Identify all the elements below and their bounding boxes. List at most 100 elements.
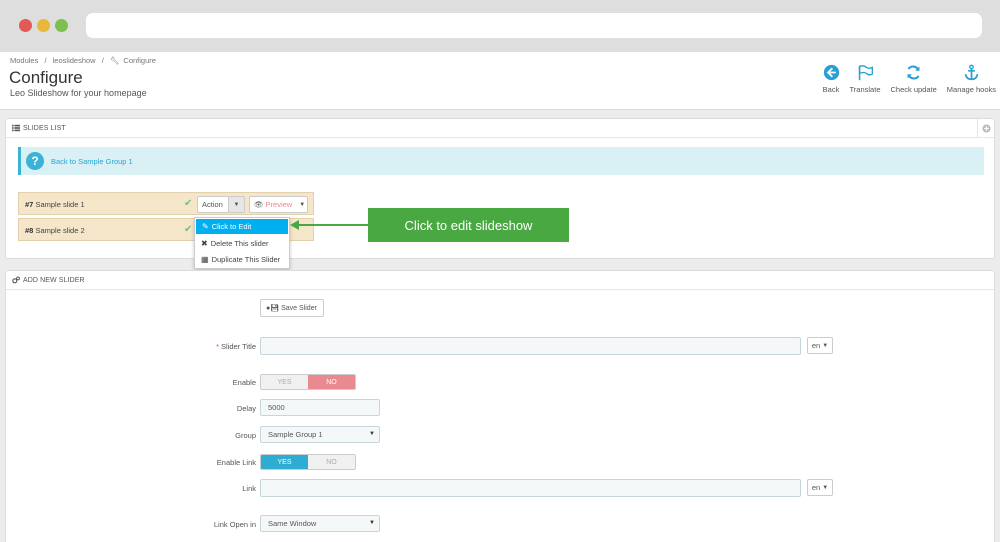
delay-input[interactable]: 5000 [260, 399, 380, 416]
page-title: Configure [9, 68, 83, 87]
film-icon: ▦ [201, 254, 209, 264]
save-slider-button[interactable]: ●💾︎ Save Slider [260, 299, 324, 317]
save-icon: ●💾︎ [266, 305, 280, 312]
panel-toggle-button[interactable] [977, 119, 994, 138]
back-label: Back [822, 85, 840, 94]
enable-no-option[interactable]: NO [308, 375, 355, 389]
action-button[interactable]: Action [197, 196, 229, 213]
help-icon: ? [26, 152, 44, 170]
translate-label: Translate [849, 85, 881, 94]
slider-title-input[interactable] [260, 337, 801, 355]
enable-link-label: Enable Link [216, 458, 256, 467]
plus-circle-icon [981, 124, 991, 133]
menu-item-label: Click to Edit [211, 222, 252, 231]
slide-title: Sample slide 2 [35, 226, 85, 235]
breadcrumb-separator: / [44, 56, 47, 65]
slider-title-label-text: Slider Title [220, 342, 256, 351]
delay-label: Delay [236, 404, 256, 413]
list-icon [12, 124, 20, 132]
toolbar: Back Translate Check update Manage hooks [813, 64, 996, 94]
refresh-icon [907, 65, 920, 80]
enable-label: Enable [232, 378, 256, 387]
minimize-window-dot[interactable] [37, 19, 50, 32]
caret-down-icon: ▼ [299, 201, 306, 208]
eye-icon: 👁︎ [254, 200, 264, 209]
check-update-label: Check update [890, 85, 937, 94]
required-marker: * [216, 342, 219, 351]
breadcrumb-configure: Configure [123, 56, 156, 65]
slide-name: #8 Sample slide 2 [25, 226, 85, 235]
edit-icon: ✎ [202, 222, 209, 231]
slider-title-label: * Slider Title [106, 342, 256, 351]
lang-label: en [811, 483, 821, 492]
enable-link-yes-option[interactable]: YES [261, 455, 308, 469]
callout-box: Click to edit slideshow [368, 208, 569, 242]
group-label: Group [235, 431, 256, 440]
language-select-button[interactable]: en ▼ [807, 479, 833, 496]
caret-down-icon: ▼ [369, 520, 375, 526]
add-slider-heading: ADD NEW SLIDER [6, 271, 994, 290]
lang-label: en [811, 341, 821, 350]
close-window-dot[interactable] [19, 19, 32, 32]
check-update-button[interactable]: Check update [891, 64, 937, 94]
link-label: Link [242, 484, 256, 493]
flag-icon [858, 65, 873, 81]
info-alert: ? Back to Sample Group 1 [18, 147, 984, 175]
enable-link-no-option[interactable]: NO [308, 455, 355, 469]
add-slider-title: ADD NEW SLIDER [23, 276, 85, 284]
slides-list-heading: SLIDES LIST [6, 119, 994, 138]
page-header: Modules / leoslideshow / 🔧︎ Configure Con… [0, 52, 1000, 110]
enable-toggle[interactable]: YES NO [260, 374, 356, 390]
preview-button[interactable]: 👁︎ Preview ▼ [249, 196, 308, 213]
page-subtitle: Leo Slideshow for your homepage [10, 88, 147, 98]
caret-down-icon: ▼ [822, 342, 829, 349]
manage-hooks-button[interactable]: Manage hooks [947, 64, 996, 94]
group-select[interactable]: Sample Group 1 ▼ [260, 426, 380, 443]
breadcrumb-modules[interactable]: Modules [10, 56, 38, 65]
caret-down-icon: ▼ [822, 484, 829, 491]
group-select-value: Sample Group 1 [268, 430, 323, 439]
save-slider-label: Save Slider [281, 304, 317, 312]
slide-title: Sample slide 1 [35, 200, 85, 209]
breadcrumb-leoslideshow[interactable]: leoslideshow [53, 56, 96, 65]
checkmark-icon[interactable]: ✔ [184, 198, 192, 209]
enable-link-toggle[interactable]: YES NO [260, 454, 356, 470]
menu-item-click-to-edit[interactable]: ✎ Click to Edit [196, 219, 288, 234]
back-arrow-icon [823, 64, 839, 81]
back-button[interactable]: Back [823, 64, 840, 94]
caret-down-icon: ▼ [233, 201, 240, 208]
slide-name: #7 Sample slide 1 [25, 200, 85, 209]
browser-chrome [0, 0, 1000, 52]
action-caret-button[interactable]: ▼ [228, 196, 245, 213]
action-dropdown-menu: ✎ Click to Edit ✖ Delete This slider ▦ Dupl… [194, 217, 290, 269]
caret-down-icon: ▼ [369, 431, 375, 437]
back-to-group-link[interactable]: Back to Sample Group 1 [51, 157, 133, 166]
slide-id: #7 [25, 200, 34, 209]
preview-label: Preview [265, 200, 293, 209]
link-open-select-value: Same Window [268, 519, 317, 528]
link-open-select[interactable]: Same Window ▼ [260, 515, 380, 532]
link-open-label: Link Open in [213, 520, 256, 529]
menu-item-label: Delete This slider [210, 238, 269, 248]
checkmark-icon[interactable]: ✔ [184, 224, 192, 235]
language-select-button[interactable]: en ▼ [807, 337, 833, 354]
enable-yes-option[interactable]: YES [261, 375, 308, 389]
slide-id: #8 [25, 226, 34, 235]
add-slider-panel: ADD NEW SLIDER ●💾︎ Save Slider * Slider T… [5, 270, 995, 542]
translate-button[interactable]: Translate [850, 64, 881, 94]
menu-item-duplicate[interactable]: ▦ Duplicate This Slider [195, 251, 289, 267]
maximize-window-dot[interactable] [55, 19, 68, 32]
slides-list-title: SLIDES LIST [23, 124, 66, 132]
link-input[interactable] [260, 479, 801, 497]
anchor-icon [964, 64, 979, 81]
breadcrumb: Modules / leoslideshow / 🔧︎ Configure [10, 56, 160, 65]
address-bar[interactable] [86, 13, 982, 38]
menu-item-delete[interactable]: ✖ Delete This slider [195, 235, 289, 251]
slide-row[interactable]: #7 Sample slide 1 ✔ Action ▼ 👁︎ Preview … [18, 192, 314, 215]
breadcrumb-separator: / [101, 56, 104, 65]
cogs-icon [12, 276, 20, 284]
delete-icon: ✖ [201, 238, 208, 248]
menu-item-label: Duplicate This Slider [211, 254, 281, 264]
wrench-icon: 🔧︎ [109, 56, 120, 65]
manage-hooks-label: Manage hooks [946, 85, 996, 94]
